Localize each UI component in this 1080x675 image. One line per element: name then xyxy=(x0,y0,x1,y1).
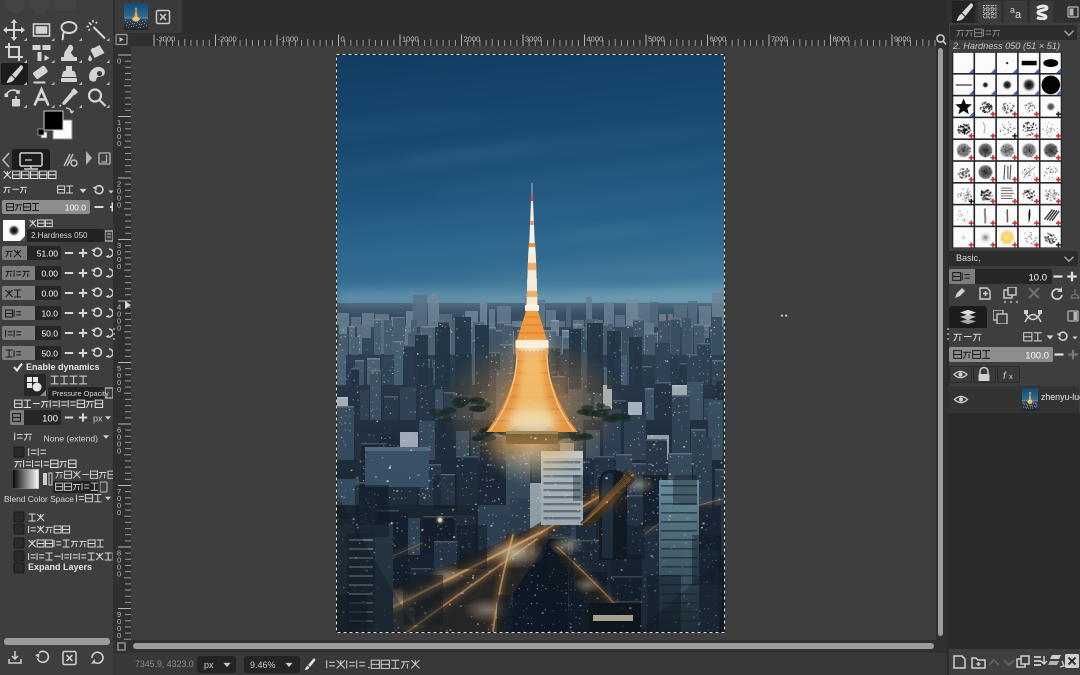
svg-text:0.00: 0.00 xyxy=(41,269,58,279)
svg-text:None (extend): None (extend) xyxy=(44,434,99,444)
svg-text:px: px xyxy=(93,414,103,424)
svg-text:a: a xyxy=(1015,9,1022,20)
svg-text:0: 0 xyxy=(117,201,121,210)
svg-text:5000: 5000 xyxy=(648,35,665,44)
svg-text:0: 0 xyxy=(341,35,345,44)
svg-text:0: 0 xyxy=(117,631,121,640)
svg-text:Blend Color Space: Blend Color Space xyxy=(4,494,74,504)
svg-text:0: 0 xyxy=(117,447,121,456)
svg-text:0: 0 xyxy=(117,570,121,579)
svg-text:3000: 3000 xyxy=(525,35,542,44)
svg-text:10.0: 10.0 xyxy=(41,309,58,319)
svg-text:6000: 6000 xyxy=(710,35,727,44)
svg-text:x: x xyxy=(1009,372,1013,381)
svg-text:0: 0 xyxy=(117,57,121,66)
svg-text:100: 100 xyxy=(42,414,58,425)
svg-text:2000: 2000 xyxy=(464,35,481,44)
svg-text:0: 0 xyxy=(117,508,121,517)
svg-text:1000: 1000 xyxy=(402,35,419,44)
svg-text:51.00: 51.00 xyxy=(37,249,59,259)
svg-text:10.0: 10.0 xyxy=(1029,273,1048,284)
svg-text:0: 0 xyxy=(117,262,121,271)
svg-text:0: 0 xyxy=(117,139,121,148)
svg-text:50.0: 50.0 xyxy=(41,329,58,339)
svg-text:0.00: 0.00 xyxy=(41,289,58,299)
svg-text:100.0: 100.0 xyxy=(65,203,87,213)
svg-text:50.0: 50.0 xyxy=(41,349,58,359)
svg-text:7000: 7000 xyxy=(771,35,788,44)
svg-text:8000: 8000 xyxy=(833,35,850,44)
svg-text:9000: 9000 xyxy=(894,35,911,44)
svg-text:100.0: 100.0 xyxy=(1025,351,1049,362)
svg-text:0: 0 xyxy=(117,385,121,394)
svg-text:4000: 4000 xyxy=(587,35,604,44)
svg-text:f: f xyxy=(1003,371,1007,382)
